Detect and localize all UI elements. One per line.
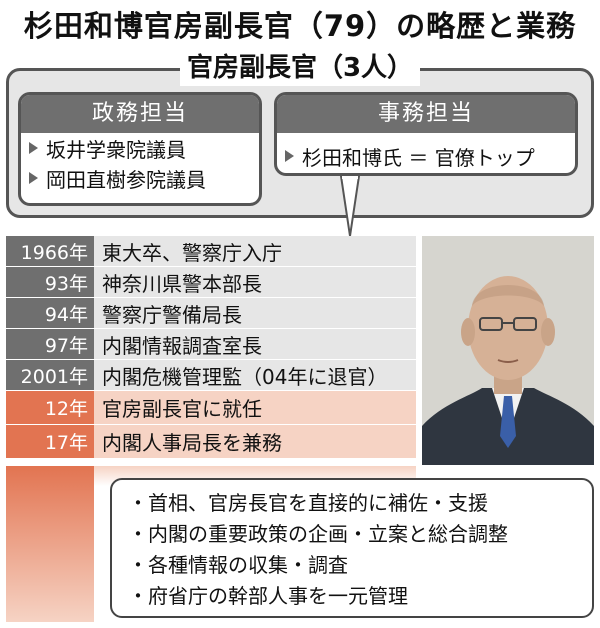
duties-list: ・首相、官房長官を直接的に補佐・支援 ・内閣の重要政策の企画・立案と総合調整 ・… — [110, 478, 594, 618]
duty-item: ・府省庁の幹部人事を一元管理 — [128, 584, 408, 608]
political-affairs-card: 政務担当 坂井学衆院議員 岡田直樹参院議員 — [18, 92, 262, 206]
administrative-affairs-card: 事務担当 杉田和博氏 ＝ 官僚トップ — [274, 92, 578, 176]
timeline-row: 93年 神奈川県警本部長 — [6, 267, 416, 298]
member-name: 杉田和博氏 ＝ 官僚トップ — [302, 145, 535, 170]
timeline-year: 17年 — [6, 425, 94, 458]
member-name: 坂井学衆院議員 — [46, 137, 186, 162]
triangle-bullet-icon — [285, 150, 294, 162]
triangle-bullet-icon — [29, 172, 38, 184]
duty-item: ・首相、官房長官を直接的に補佐・支援 — [128, 491, 488, 515]
career-timeline: 1966年 東大卒、警察庁入庁 93年 神奈川県警本部長 94年 警察庁警備局長… — [6, 236, 416, 466]
timeline-year: 1966年 — [6, 236, 94, 266]
political-affairs-header: 政務担当 — [21, 95, 259, 133]
timeline-row: 17年 内閣人事局長を兼務 — [6, 425, 416, 459]
timeline-event: 東大卒、警察庁入庁 — [102, 240, 282, 265]
timeline-event: 内閣危機管理監（04年に退官） — [102, 364, 388, 389]
timeline-row: 12年 官房副長官に就任 — [6, 391, 416, 425]
triangle-bullet-icon — [29, 142, 38, 154]
timeline-row: 94年 警察庁警備局長 — [6, 298, 416, 329]
timeline-event: 警察庁警備局長 — [102, 302, 242, 327]
political-member: 坂井学衆院議員 — [21, 133, 259, 163]
connector-pointer — [340, 176, 360, 236]
page-title: 杉田和博官房副長官（79）の略歴と業務 — [23, 9, 577, 43]
political-member: 岡田直樹参院議員 — [21, 163, 259, 193]
timeline-event: 神奈川県警本部長 — [102, 271, 262, 296]
duty-item: ・各種情報の収集・調査 — [128, 553, 348, 577]
timeline-year: 2001年 — [6, 360, 94, 390]
timeline-event: 官房副長官に就任 — [102, 397, 262, 421]
timeline-year: 12年 — [6, 391, 94, 424]
timeline-year: 97年 — [6, 329, 94, 359]
timeline-year: 93年 — [6, 267, 94, 297]
timeline-year: 94年 — [6, 298, 94, 328]
timeline-accent-bar — [6, 466, 94, 622]
administrative-member: 杉田和博氏 ＝ 官僚トップ — [277, 141, 575, 171]
timeline-row: 97年 内閣情報調査室長 — [6, 329, 416, 360]
timeline-event: 内閣情報調査室長 — [102, 333, 262, 358]
portrait-photo — [422, 236, 594, 465]
administrative-affairs-header: 事務担当 — [277, 95, 575, 133]
timeline-row: 2001年 内閣危機管理監（04年に退官） — [6, 360, 416, 391]
timeline-event: 内閣人事局長を兼務 — [102, 431, 282, 455]
duty-item: ・内閣の重要政策の企画・立案と総合調整 — [128, 522, 508, 546]
deputy-secretaries-label: 官房副長官（3人） — [180, 50, 420, 86]
timeline-row: 1966年 東大卒、警察庁入庁 — [6, 236, 416, 267]
member-name: 岡田直樹参院議員 — [46, 167, 206, 192]
